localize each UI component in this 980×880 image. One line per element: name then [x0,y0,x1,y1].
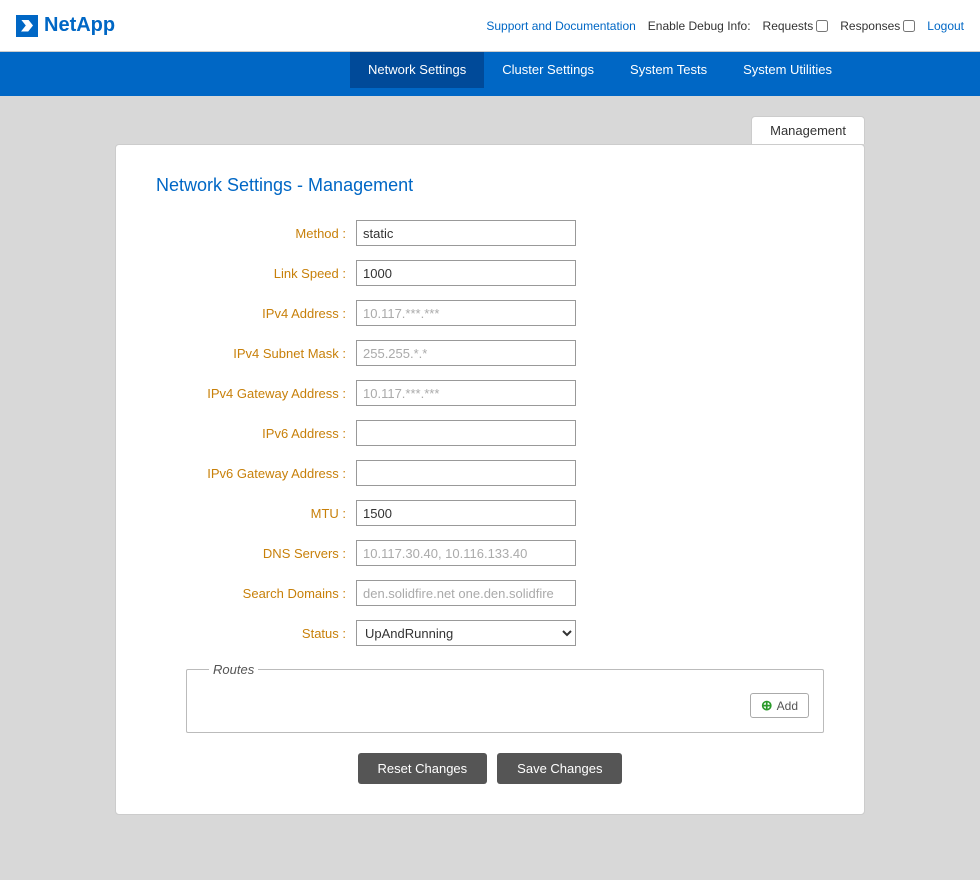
label-ipv4-address: IPv4 Address : [156,306,356,321]
nav-tab-cluster-settings[interactable]: Cluster Settings [484,52,612,88]
routes-fieldset: Routes ⊕ Add [186,662,824,733]
input-search-domains[interactable] [356,580,576,606]
label-ipv4-subnet: IPv4 Subnet Mask : [156,346,356,361]
field-row-search-domains: Search Domains : [156,580,824,606]
input-ipv6-gateway[interactable] [356,460,576,486]
content-tab-row: Management [115,116,865,144]
logo-area: NetApp [16,14,115,37]
action-row: Reset Changes Save Changes [156,753,824,784]
field-row-status: Status : UpAndRunning Down Maintenance [156,620,824,646]
field-row-ipv4-subnet: IPv4 Subnet Mask : [156,340,824,366]
field-row-method: Method : [156,220,824,246]
routes-section: Routes ⊕ Add [186,662,824,733]
requests-checkbox-label[interactable]: Requests [763,19,829,33]
label-search-domains: Search Domains : [156,586,356,601]
responses-label: Responses [840,19,900,33]
field-row-link-speed: Link Speed : [156,260,824,286]
label-link-speed: Link Speed : [156,266,356,281]
input-ipv6-address[interactable] [356,420,576,446]
label-ipv4-gateway: IPv4 Gateway Address : [156,386,356,401]
content-area: Management Network Settings - Management… [0,96,980,876]
field-row-ipv6-address: IPv6 Address : [156,420,824,446]
add-label: Add [777,699,798,713]
routes-legend: Routes [209,662,258,677]
select-status[interactable]: UpAndRunning Down Maintenance [356,620,576,646]
label-method: Method : [156,226,356,241]
top-bar: NetApp Support and Documentation Enable … [0,0,980,52]
input-ipv4-gateway[interactable] [356,380,576,406]
input-ipv4-address[interactable] [356,300,576,326]
field-row-dns: DNS Servers : [156,540,824,566]
netapp-logo-icon [16,15,38,37]
label-dns: DNS Servers : [156,546,356,561]
add-route-button[interactable]: ⊕ Add [750,693,809,718]
responses-checkbox[interactable] [903,20,915,32]
label-ipv6-gateway: IPv6 Gateway Address : [156,466,356,481]
field-row-ipv4-address: IPv4 Address : [156,300,824,326]
blue-stripe [0,88,980,96]
top-links: Support and Documentation Enable Debug I… [486,19,964,33]
debug-label: Enable Debug Info: [648,19,751,33]
tab-management[interactable]: Management [751,116,865,144]
nav-tab-system-utilities[interactable]: System Utilities [725,52,850,88]
field-row-ipv6-gateway: IPv6 Gateway Address : [156,460,824,486]
nav-bar: Network Settings Cluster Settings System… [0,52,980,88]
logout-link[interactable]: Logout [927,19,964,33]
input-dns[interactable] [356,540,576,566]
label-ipv6-address: IPv6 Address : [156,426,356,441]
nav-tab-system-tests[interactable]: System Tests [612,52,725,88]
field-row-mtu: MTU : [156,500,824,526]
nav-tab-network-settings[interactable]: Network Settings [350,52,484,88]
requests-checkbox[interactable] [816,20,828,32]
requests-label: Requests [763,19,814,33]
field-row-ipv4-gateway: IPv4 Gateway Address : [156,380,824,406]
brand-name: NetApp [44,14,115,37]
form-card: Network Settings - Management Method : L… [115,144,865,815]
routes-add-row: ⊕ Add [201,693,809,718]
logo-shape [21,20,33,32]
label-mtu: MTU : [156,506,356,521]
support-link[interactable]: Support and Documentation [486,19,635,33]
tab-and-card: Management Network Settings - Management… [115,116,865,815]
label-status: Status : [156,626,356,641]
save-changes-button[interactable]: Save Changes [497,753,622,784]
input-mtu[interactable] [356,500,576,526]
form-title: Network Settings - Management [156,175,824,196]
reset-changes-button[interactable]: Reset Changes [358,753,488,784]
input-method[interactable] [356,220,576,246]
input-ipv4-subnet[interactable] [356,340,576,366]
input-link-speed[interactable] [356,260,576,286]
add-circle-icon: ⊕ [761,697,773,714]
responses-checkbox-label[interactable]: Responses [840,19,915,33]
